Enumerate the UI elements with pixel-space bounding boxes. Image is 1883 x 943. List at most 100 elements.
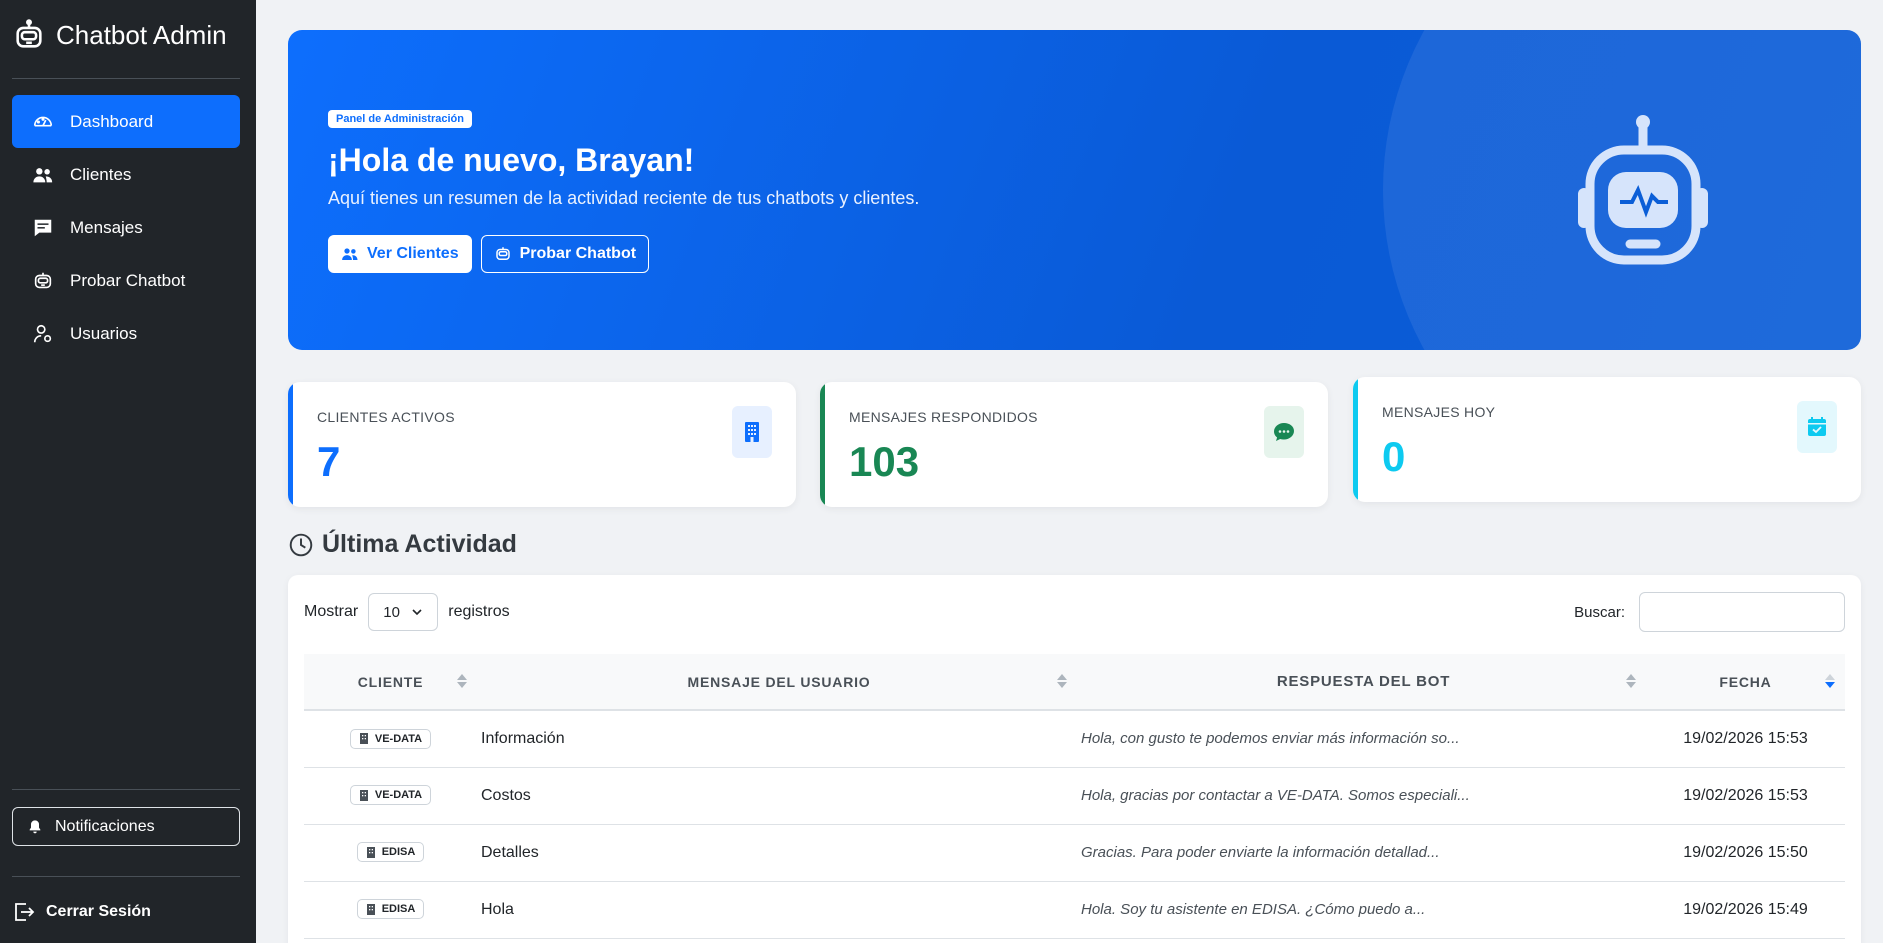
welcome-subtitle: Aquí tienes un resumen de la actividad r…	[328, 188, 920, 208]
sidebar-item-dashboard[interactable]: Dashboard	[12, 95, 240, 148]
logout-button[interactable]: Cerrar Sesión	[12, 900, 151, 924]
column-header-label: MENSAJE DEL USUARIO	[687, 673, 871, 690]
sidebar-item-mensajes[interactable]: Mensajes	[12, 201, 240, 254]
sidebar: Chatbot Admin Dashboard Clientes Mensaje…	[0, 0, 256, 943]
robot-illustration-icon	[1578, 115, 1708, 265]
date-cell: 19/02/2026 15:49	[1646, 881, 1845, 939]
notifications-label: Notificaciones	[55, 817, 155, 835]
client-badge: EDISA	[356, 842, 425, 863]
search-label: Buscar:	[1574, 603, 1625, 621]
chevron-down-icon	[412, 609, 422, 616]
bot-response-cell: Hola, gracias por contactar a VE-DATA. S…	[1077, 767, 1646, 825]
client-name: VE-DATA	[374, 789, 423, 802]
activity-panel: Mostrar 10 registros Buscar: CLIENTE MEN…	[288, 575, 1861, 943]
page-length-control: Mostrar 10 registros	[304, 593, 510, 631]
sidebar-item-label: Mensajes	[70, 217, 143, 237]
stat-card-active-clients: CLIENTES ACTIVOS 7	[288, 382, 796, 507]
building-icon	[745, 422, 759, 442]
brand-name: Chatbot Admin	[56, 19, 227, 50]
sidebar-item-probar-chatbot[interactable]: Probar Chatbot	[12, 254, 240, 307]
clock-history-icon	[289, 533, 313, 556]
chat-square-icon	[34, 219, 52, 236]
welcome-title: ¡Hola de nuevo, Brayan!	[328, 142, 695, 178]
sidebar-divider	[12, 876, 240, 877]
person-gear-icon	[33, 324, 52, 342]
stat-value: 7	[317, 438, 341, 485]
user-message-cell: Información	[477, 710, 1077, 768]
activity-heading: Última Actividad	[288, 530, 517, 559]
people-icon	[342, 248, 358, 260]
user-message-cell: Costos	[477, 767, 1077, 825]
robot-icon	[16, 19, 42, 48]
client-name: VE-DATA	[374, 732, 423, 745]
building-icon	[366, 903, 375, 915]
sidebar-item-label: Clientes	[70, 164, 132, 184]
stat-label: MENSAJES HOY	[1382, 404, 1496, 420]
sidebar-item-label: Dashboard	[70, 111, 154, 131]
building-icon	[359, 789, 368, 801]
stat-icon-box	[1797, 401, 1837, 453]
bot-response-cell: Hola. Soy tu asistente en EDISA. ¿Cómo p…	[1077, 881, 1646, 939]
bot-response-cell: Hola, con gusto te podemos enviar más in…	[1077, 710, 1646, 768]
stat-value: 0	[1382, 433, 1406, 480]
table-row[interactable]: VE-DATA Costos Hola, gracias por contact…	[304, 767, 1845, 825]
sidebar-item-label: Usuarios	[70, 323, 138, 343]
stat-card-answered-messages: MENSAJES RESPONDIDOS 103	[820, 382, 1328, 507]
client-name: EDISA	[381, 903, 416, 916]
building-icon	[366, 846, 375, 858]
sort-icon	[1626, 674, 1636, 688]
brand[interactable]: Chatbot Admin	[12, 18, 227, 52]
stat-icon-box	[732, 406, 772, 458]
search-control: Buscar:	[1574, 592, 1845, 632]
sort-icon	[1057, 674, 1067, 688]
chat-dots-icon	[1274, 423, 1294, 441]
column-header-label: FECHA	[1719, 673, 1772, 690]
user-message-cell: Hola	[477, 881, 1077, 939]
stat-label: MENSAJES RESPONDIDOS	[849, 409, 1038, 425]
column-header-date[interactable]: FECHA	[1646, 654, 1845, 711]
date-cell: 19/02/2026 15:50	[1646, 824, 1845, 882]
stat-value: 103	[849, 438, 920, 485]
people-icon	[33, 167, 53, 182]
page-length-value: 10	[383, 603, 400, 621]
view-clients-button[interactable]: Ver Clientes	[328, 235, 472, 273]
stat-card-messages-today: MENSAJES HOY 0	[1353, 377, 1861, 502]
table-row[interactable]: EDISA Hola Hola. Soy tu asistente en EDI…	[304, 881, 1845, 939]
welcome-banner: Panel de Administración ¡Hola de nuevo, …	[288, 30, 1861, 350]
date-cell: 19/02/2026 15:53	[1646, 767, 1845, 825]
sidebar-divider	[12, 789, 240, 790]
sidebar-item-label: Probar Chatbot	[70, 270, 186, 290]
sort-icon	[457, 674, 467, 688]
column-header-label: CLIENTE	[357, 673, 424, 690]
column-header-label: RESPUESTA DEL BOT	[1276, 673, 1451, 690]
client-badge: VE-DATA	[349, 728, 432, 749]
robot-icon	[34, 272, 52, 288]
admin-panel-badge: Panel de Administración	[328, 110, 472, 128]
sort-descending-icon	[1825, 674, 1835, 688]
robot-icon	[495, 247, 510, 260]
building-icon	[359, 733, 368, 744]
show-label: Mostrar	[304, 603, 359, 620]
sidebar-item-clientes[interactable]: Clientes	[12, 148, 240, 201]
client-name: EDISA	[381, 846, 416, 859]
bell-icon	[29, 819, 41, 833]
table-row[interactable]: EDISA Detalles Gracias. Para poder envia…	[304, 824, 1845, 882]
notifications-button[interactable]: Notificaciones	[12, 807, 240, 846]
column-header-bot-response[interactable]: RESPUESTA DEL BOT	[1077, 654, 1646, 711]
date-cell: 19/02/2026 15:53	[1646, 710, 1845, 768]
test-chatbot-button[interactable]: Probar Chatbot	[480, 235, 650, 273]
client-badge: VE-DATA	[349, 785, 432, 806]
table-row[interactable]: VE-DATA Información Hola, con gusto te p…	[304, 710, 1845, 768]
stat-icon-box	[1264, 406, 1304, 458]
column-header-user-message[interactable]: MENSAJE DEL USUARIO	[477, 654, 1077, 711]
view-clients-label: Ver Clientes	[367, 245, 459, 262]
client-badge: EDISA	[356, 899, 425, 920]
calendar-check-icon	[1808, 417, 1826, 436]
sidebar-item-usuarios[interactable]: Usuarios	[12, 307, 240, 360]
column-header-client[interactable]: CLIENTE	[304, 654, 477, 711]
test-chatbot-label: Probar Chatbot	[519, 245, 637, 262]
sidebar-divider	[12, 78, 240, 79]
page-length-select[interactable]: 10	[368, 593, 439, 631]
logout-label: Cerrar Sesión	[46, 903, 151, 920]
search-input[interactable]	[1639, 592, 1845, 632]
